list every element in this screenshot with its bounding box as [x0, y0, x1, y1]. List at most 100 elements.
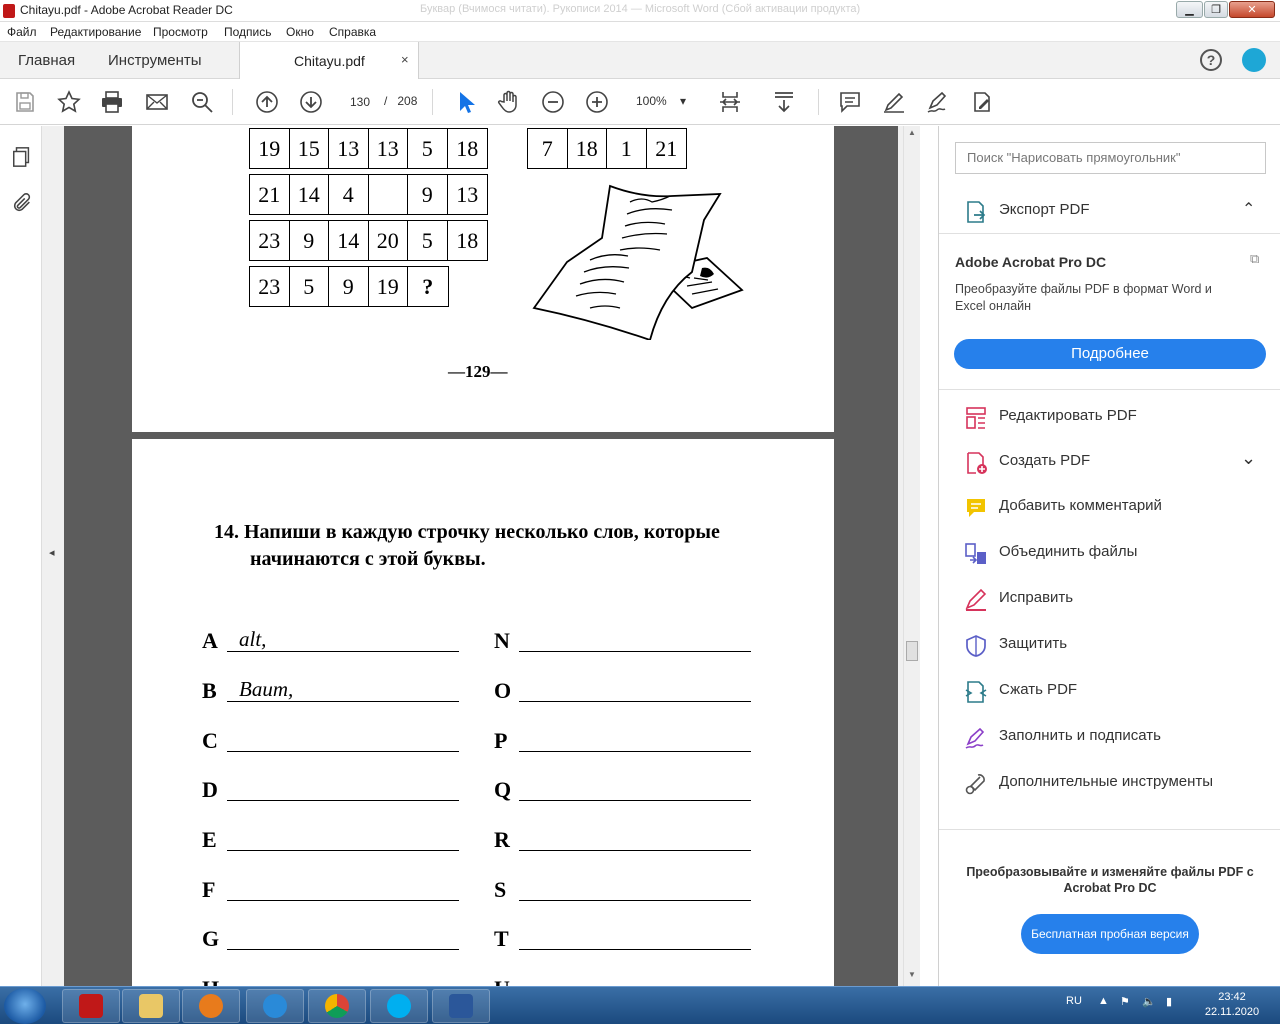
page-down-icon[interactable] — [297, 88, 325, 116]
close-window-button[interactable]: ✕ — [1229, 1, 1275, 18]
select-cursor-icon[interactable] — [451, 88, 479, 116]
letter-label: A — [202, 628, 218, 653]
tab-document[interactable]: Chitayu.pdf × — [239, 42, 419, 80]
grid-cell: 23 — [250, 267, 290, 306]
taskbar-chrome[interactable] — [308, 989, 366, 1023]
promo-description: Преобразуйте файлы PDF в формат Word и E… — [955, 282, 1212, 313]
menu-sign[interactable]: Подпись — [224, 25, 272, 39]
toolbar-divider — [232, 89, 233, 115]
zoom-out-icon[interactable] — [539, 88, 567, 116]
taskbar-skype[interactable] — [370, 989, 428, 1023]
grid-cell: 23 — [250, 221, 290, 260]
shield-icon — [966, 635, 986, 657]
page-up-icon[interactable] — [253, 88, 281, 116]
bookmark-star-icon[interactable] — [55, 88, 83, 116]
write-line — [519, 949, 751, 950]
taskbar-acrobat[interactable] — [62, 989, 120, 1023]
learn-more-button[interactable]: Подробнее — [954, 339, 1266, 369]
taskbar-media-player[interactable] — [182, 989, 240, 1023]
tool-label: Сжать PDF — [999, 681, 1078, 698]
tray-expand-icon[interactable]: ▲ — [1098, 995, 1109, 1007]
minimize-button[interactable]: ▁ — [1176, 1, 1203, 18]
attachments-icon[interactable] — [11, 192, 33, 214]
task-heading-line2: начинаются с этой буквы. — [250, 548, 486, 570]
account-icon[interactable] — [1242, 48, 1266, 72]
taskbar-word[interactable] — [432, 989, 490, 1023]
taskbar-explorer[interactable] — [122, 989, 180, 1023]
action-center-flag-icon[interactable]: ⚑ — [1120, 995, 1130, 1008]
highlight-pen-icon[interactable] — [880, 88, 908, 116]
tool-fix[interactable]: Исправить — [939, 579, 1280, 619]
menu-bar: Файл Редактирование Просмотр Подпись Окн… — [0, 22, 1280, 42]
grid-cell: 19 — [250, 129, 290, 168]
tool-edit-pdf[interactable]: Редактировать PDF — [939, 397, 1280, 437]
scrollbar-thumb[interactable] — [906, 641, 918, 661]
export-pdf-icon — [967, 201, 986, 223]
wrench-icon — [965, 774, 985, 795]
folder-icon — [139, 994, 163, 1018]
grid-cell: 5 — [408, 221, 448, 260]
tool-fill-sign[interactable]: Заполнить и подписать — [939, 717, 1280, 757]
tab-home[interactable]: Главная — [18, 42, 75, 79]
scroll-up-icon[interactable]: ▲ — [908, 128, 916, 137]
grid-cell: 5 — [408, 129, 448, 168]
zoom-in-icon[interactable] — [583, 88, 611, 116]
menu-view[interactable]: Просмотр — [153, 25, 208, 39]
tool-create-pdf[interactable]: Создать PDF ⌄ — [939, 442, 1280, 482]
free-trial-button[interactable]: Бесплатная пробная версия — [1021, 914, 1199, 954]
email-icon[interactable] — [143, 88, 171, 116]
menu-window[interactable]: Окно — [286, 25, 314, 39]
menu-edit[interactable]: Редактирование — [50, 25, 141, 39]
vertical-scrollbar[interactable]: ▲ ▼ — [903, 126, 920, 986]
page-thumbnails-icon[interactable] — [11, 146, 33, 168]
tool-combine-files[interactable]: Объединить файлы — [939, 533, 1280, 573]
export-pdf-section[interactable]: Экспорт PDF ⌃ — [939, 191, 1280, 231]
scroll-down-icon[interactable]: ▼ — [908, 970, 916, 979]
sign-pen-icon[interactable] — [924, 88, 952, 116]
chevron-up-icon[interactable]: ⌃ — [1242, 199, 1255, 219]
scroll-mode-icon[interactable] — [770, 88, 798, 116]
letter-label: U — [494, 976, 510, 986]
print-icon[interactable] — [98, 88, 126, 116]
chevron-down-icon[interactable]: ⌄ — [1241, 448, 1256, 469]
zoom-level-select[interactable]: 100% ▾ — [630, 91, 692, 112]
network-icon[interactable]: ▮ — [1166, 995, 1172, 1008]
tab-bar: Главная Инструменты Chitayu.pdf × — [0, 42, 1280, 80]
fill-sign-icon[interactable] — [968, 88, 996, 116]
tools-search-input[interactable]: Поиск "Нарисовать прямоугольник" — [955, 142, 1266, 174]
hand-tool-icon[interactable] — [495, 88, 523, 116]
tool-compress-pdf[interactable]: Сжать PDF — [939, 671, 1280, 711]
maximize-button[interactable]: ❐ — [1204, 1, 1228, 18]
taskbar-internet-explorer[interactable] — [246, 989, 304, 1023]
left-pane-toggle[interactable]: ◂ — [42, 126, 64, 986]
tools-pane: Поиск "Нарисовать прямоугольник" Экспорт… — [938, 126, 1280, 986]
start-button[interactable] — [4, 988, 46, 1024]
combine-files-icon — [965, 543, 986, 564]
comment-icon[interactable] — [836, 88, 864, 116]
tool-protect[interactable]: Защитить — [939, 625, 1280, 665]
windows-taskbar: RU ▲ ⚑ 🔈 ▮ 23:42 22.11.2020 — [0, 986, 1280, 1024]
language-indicator[interactable]: RU — [1066, 995, 1082, 1007]
system-clock[interactable]: 23:42 22.11.2020 — [1194, 990, 1270, 1020]
zoom-search-icon[interactable] — [188, 88, 216, 116]
grid-cell: 9 — [408, 175, 448, 214]
task-heading: 14. Напиши в каждую строчку несколько сл… — [214, 521, 720, 543]
help-icon[interactable]: ? — [1200, 49, 1222, 71]
save-icon[interactable] — [11, 88, 39, 116]
window-title: Chitayu.pdf - Adobe Acrobat Reader DC — [20, 3, 233, 17]
page-fit-icon[interactable] — [716, 88, 744, 116]
tab-tools[interactable]: Инструменты — [108, 42, 202, 79]
letter-label: T — [494, 926, 509, 951]
edit-pdf-icon — [966, 407, 986, 429]
volume-icon[interactable]: 🔈 — [1142, 995, 1156, 1008]
tool-label: Заполнить и подписать — [999, 727, 1161, 744]
grid-cell: 7 — [528, 129, 568, 168]
page-number-input[interactable]: 130 — [345, 91, 375, 112]
bottom-promo-text: Преобразовывайте и изменяйте файлы PDF с… — [966, 865, 1254, 895]
tool-more-tools[interactable]: Дополнительные инструменты — [939, 763, 1280, 803]
tab-close-icon[interactable]: × — [401, 52, 409, 67]
document-viewer[interactable]: ◂ 19 15 13 13 5 18 7 18 1 21 21 14 4 9 1… — [42, 126, 920, 986]
menu-file[interactable]: Файл — [7, 25, 37, 39]
menu-help[interactable]: Справка — [329, 25, 376, 39]
tool-add-comment[interactable]: Добавить комментарий — [939, 487, 1280, 527]
